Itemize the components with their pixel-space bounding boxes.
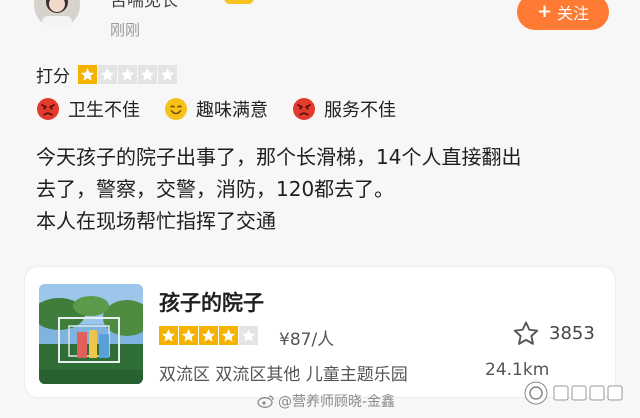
review-line: 今天孩子的院子出事了，那个长滑梯，14个人直接翻出: [36, 145, 522, 169]
watermark-text: @营养师顾晓-金鑫: [278, 394, 396, 410]
follow-label: 关注: [557, 4, 590, 23]
poi-meta: 双流区 双流区其他 儿童主题乐园: [159, 365, 408, 385]
post-time: 刚刚: [110, 21, 141, 39]
rating-row: 打分: [36, 62, 177, 87]
tag-label: 卫生不佳: [68, 100, 140, 121]
rating-stars: [78, 65, 177, 84]
angry-face-icon: [293, 98, 315, 120]
star-empty-icon: [118, 65, 137, 84]
angry-face-icon: [37, 98, 59, 120]
poi-stars: [159, 326, 258, 345]
star-outline-icon[interactable]: [511, 319, 541, 349]
weibo-watermark: @营养师顾晓-金鑫: [257, 391, 395, 411]
brand-watermark: [524, 381, 624, 405]
star-filled-icon: [159, 326, 178, 345]
rating-label: 打分: [36, 67, 70, 87]
username[interactable]: 舌喘见长: [110, 0, 178, 11]
star-filled-icon: [219, 326, 238, 345]
tag-hygiene: 卫生不佳: [36, 96, 140, 122]
plus-icon: +: [536, 1, 553, 22]
star-filled-icon: [78, 65, 97, 84]
poi-distance: 24.1km: [485, 360, 550, 380]
avatar[interactable]: [34, 0, 80, 28]
tag-label: 趣味满意: [196, 100, 268, 121]
brand-logo-text: [553, 385, 623, 401]
review-line: 本人在现场帮忙指挥了交通: [36, 209, 276, 233]
tag-fun: 趣味满意: [164, 96, 268, 122]
star-empty-icon: [239, 326, 258, 345]
tag-label: 服务不佳: [324, 100, 396, 121]
weibo-icon: [257, 395, 274, 408]
star-empty-icon: [98, 65, 117, 84]
poi-card[interactable]: 孩子的院子 ¥87/人 3853 双流区 双流区其他 儿童主题乐园 24.1km: [24, 266, 616, 398]
star-empty-icon: [138, 65, 157, 84]
poi-price: ¥87/人: [279, 330, 335, 350]
review-line: 去了，警察，交警，消防，120都去了。: [36, 177, 395, 201]
star-filled-icon: [179, 326, 198, 345]
brand-logo-icon: [524, 381, 548, 405]
star-filled-icon: [199, 326, 218, 345]
follow-button[interactable]: + 关注: [517, 0, 609, 30]
favorite-count: 3853: [549, 323, 595, 344]
tag-service: 服务不佳: [292, 96, 396, 122]
poi-thumbnail[interactable]: [39, 284, 143, 384]
review-header: 舌喘见长 刚刚 + 关注: [0, 0, 640, 50]
poi-name[interactable]: 孩子的院子: [159, 287, 264, 317]
user-level-badge: [224, 0, 254, 4]
review-body: 今天孩子的院子出事了，那个长滑梯，14个人直接翻出 去了，警察，交警，消防，12…: [36, 141, 596, 237]
star-empty-icon: [158, 65, 177, 84]
smile-face-icon: [165, 98, 187, 120]
